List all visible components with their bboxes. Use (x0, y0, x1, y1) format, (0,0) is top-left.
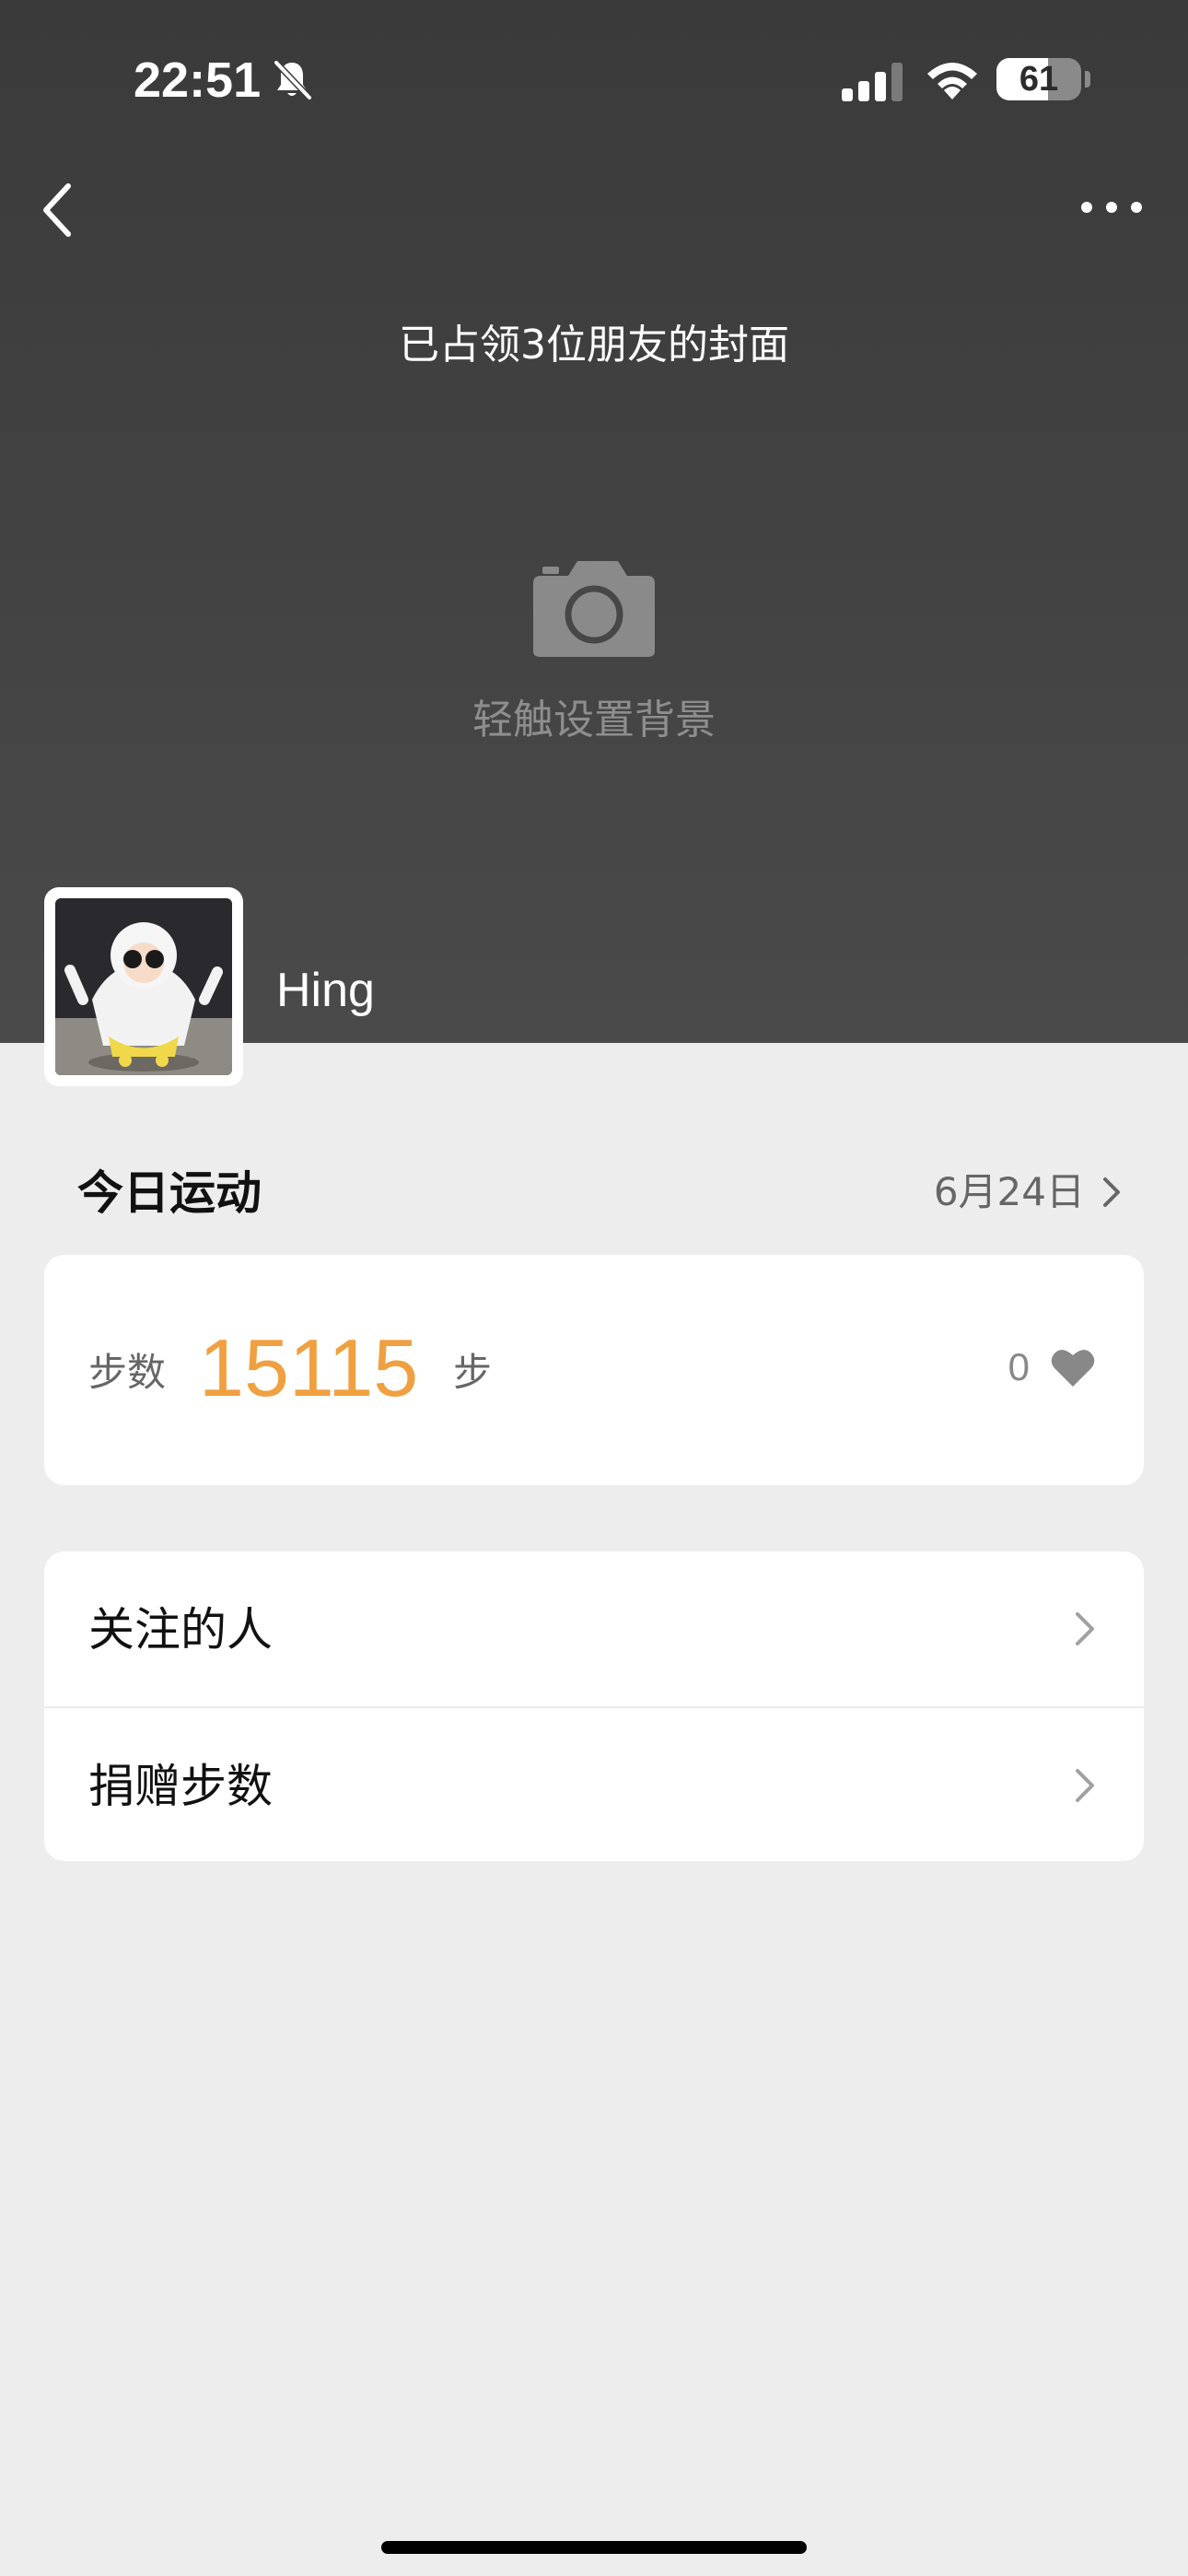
options-list: 关注的人 捐赠步数 (44, 1551, 1144, 1861)
wifi-icon (927, 63, 977, 100)
more-options-icon[interactable] (1079, 193, 1144, 221)
date-label: 6月24日 (933, 1169, 1085, 1214)
likes[interactable]: 0 (1008, 1340, 1096, 1395)
list-item-donate-steps[interactable]: 捐赠步数 (44, 1706, 1144, 1861)
date-link[interactable]: 6月24日 (934, 1163, 1122, 1222)
battery-nub (1085, 71, 1090, 88)
home-indicator[interactable] (381, 2541, 807, 2554)
cellular-signal-icon (842, 63, 903, 101)
set-background-text[interactable]: 轻触设置背景 (0, 693, 1188, 748)
bell-muted-icon (274, 60, 312, 100)
likes-count: 0 (1007, 1345, 1030, 1388)
camera-icon[interactable] (530, 557, 658, 659)
chevron-right-icon (1076, 1769, 1094, 1802)
username: Hing (276, 964, 375, 1017)
avatar[interactable] (44, 887, 243, 1086)
battery-percentage: 61 (1019, 60, 1059, 99)
status-time: 22:51 (134, 53, 262, 108)
heart-icon (1051, 1350, 1095, 1387)
list-item-label: 捐赠步数 (88, 1760, 273, 1813)
chevron-right-icon (1076, 1612, 1094, 1645)
chevron-right-icon (1103, 1177, 1120, 1207)
today-exercise-title: 今日运动 (77, 1166, 262, 1220)
list-item-followed-people[interactable]: 关注的人 (44, 1551, 1144, 1706)
occupied-covers-text[interactable]: 已占领3位朋友的封面 (0, 318, 1188, 373)
steps-value: 15115 (199, 1322, 419, 1413)
back-arrow-icon[interactable] (41, 181, 77, 240)
steps-unit: 步 (453, 1350, 493, 1395)
steps-label: 步数 (88, 1350, 167, 1395)
steps-card[interactable]: 步数 15115 步 0 (44, 1255, 1144, 1485)
avatar-image (55, 898, 232, 1075)
list-item-label: 关注的人 (88, 1603, 273, 1657)
battery-indicator: 61 (996, 58, 1081, 100)
